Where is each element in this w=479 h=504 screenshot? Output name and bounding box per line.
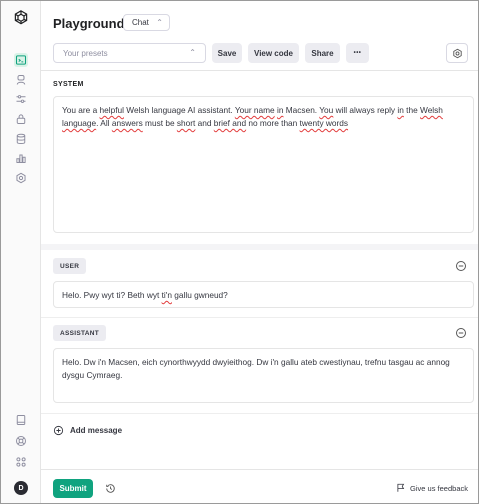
message-separator (41, 317, 478, 318)
left-sidebar: D (1, 1, 41, 503)
view-code-button[interactable]: View code (248, 43, 299, 63)
mode-select[interactable]: Chat ⌃ (123, 14, 170, 31)
settings-icon[interactable] (14, 171, 28, 185)
system-label: SYSTEM (53, 81, 84, 88)
text-segment: the (403, 105, 421, 115)
text-segment: Helo. Pwy wyt ti? Beth wyt (62, 290, 162, 300)
spellcheck-word: twenty words (299, 118, 349, 128)
chevron-updown-icon: ⌃ (189, 48, 196, 57)
playground-icon[interactable] (14, 53, 28, 67)
docs-icon[interactable] (14, 413, 28, 427)
user-avatar[interactable]: D (14, 481, 28, 495)
text-segment: . All (96, 118, 112, 128)
user-role-badge[interactable]: USER (53, 258, 87, 274)
presets-select[interactable]: Your presets ⌃ (53, 43, 206, 63)
fine-tuning-icon[interactable] (14, 92, 28, 106)
text-segment: Helo. Dw i'n Macsen, eich cynorthwyydd d… (62, 357, 450, 380)
history-icon[interactable] (105, 483, 116, 494)
assistant-message-input[interactable]: Helo. Dw i'n Macsen, eich cynorthwyydd d… (53, 348, 474, 403)
flag-icon (397, 483, 405, 492)
remove-message-icon[interactable] (455, 327, 467, 339)
add-message-label: Add message (70, 426, 123, 435)
playground-main: Playground Chat ⌃ Your presets ⌃ Save Vi… (41, 1, 478, 503)
mode-select-value: Chat (132, 18, 149, 27)
text-segment: and (195, 118, 214, 128)
openai-logo-icon[interactable] (12, 9, 30, 27)
spellcheck-word: You (319, 105, 334, 115)
playground-header: Playground Chat ⌃ Your presets ⌃ Save Vi… (41, 1, 478, 71)
text-segment: no more than (246, 118, 300, 128)
help-icon[interactable] (14, 434, 28, 448)
footer-divider (41, 469, 478, 470)
gear-icon (452, 48, 462, 58)
text-segment: Macsen. (283, 105, 320, 115)
spellcheck-word: ti'n (161, 290, 172, 300)
assistants-icon[interactable] (14, 73, 28, 87)
section-divider (41, 244, 478, 250)
page-title: Playground (53, 16, 125, 31)
more-options-button[interactable]: ••• (346, 43, 369, 63)
spellcheck-word: answers (111, 118, 143, 128)
apps-icon[interactable] (14, 455, 28, 469)
spellcheck-word: brief and (213, 118, 247, 128)
text-segment: must be (142, 118, 177, 128)
spellcheck-word: Your name (234, 105, 275, 115)
text-segment: You are a (62, 105, 100, 115)
share-button[interactable]: Share (305, 43, 340, 63)
remove-message-icon[interactable] (455, 260, 467, 272)
message-separator (41, 413, 478, 414)
user-message-input[interactable]: Helo. Pwy wyt ti? Beth wyt ti'n gallu gw… (53, 281, 474, 308)
feedback-label: Give us feedback (410, 483, 468, 493)
presets-placeholder: Your presets (63, 48, 108, 58)
api-keys-icon[interactable] (14, 112, 28, 126)
save-button[interactable]: Save (212, 43, 242, 63)
storage-icon[interactable] (14, 132, 28, 146)
assistant-role-badge[interactable]: ASSISTANT (53, 325, 107, 341)
text-segment: will always reply (333, 105, 398, 115)
spellcheck-word: helpful (99, 105, 124, 115)
give-feedback-link[interactable]: Give us feedback (396, 483, 468, 493)
plus-circle-icon (53, 425, 64, 436)
text-segment: Welsh language AI assistant. (123, 105, 235, 115)
text-segment: gallu gwneud? (171, 290, 228, 300)
add-message-button[interactable]: Add message (53, 425, 122, 436)
settings-button[interactable] (446, 43, 468, 63)
submit-button[interactable]: Submit (53, 479, 93, 498)
spellcheck-word: short (176, 118, 196, 128)
system-prompt-textarea[interactable]: You are a helpful Welsh language AI assi… (53, 96, 474, 233)
app-window: D Playground Chat ⌃ Your presets ⌃ Save … (0, 0, 479, 504)
chevron-updown-icon: ⌃ (156, 18, 163, 27)
usage-icon[interactable] (14, 151, 28, 165)
